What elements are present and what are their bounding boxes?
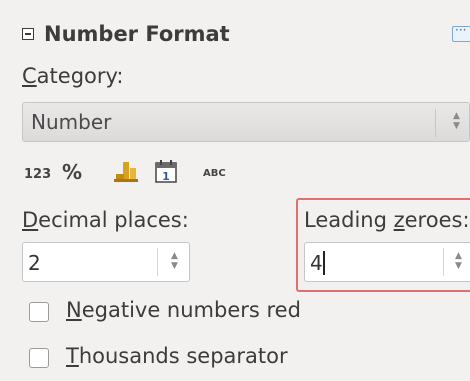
leading-zeroes-value: 4 [310, 251, 323, 275]
collapse-icon[interactable] [22, 28, 34, 40]
currency-coins-icon [114, 162, 138, 182]
leading-down-arrow-icon[interactable]: ▼ [455, 262, 462, 271]
negative-numbers-red-checkbox[interactable] [29, 302, 49, 322]
text-cursor [323, 251, 325, 275]
text-format-button[interactable]: ABC [203, 168, 226, 179]
calendar-icon: 1 [155, 160, 177, 183]
decimal-places-label: Decimal places: [22, 208, 189, 232]
more-options-button[interactable] [452, 23, 470, 42]
combo-up-arrow-icon: ▲ [453, 111, 460, 121]
leading-up-arrow-icon[interactable]: ▲ [455, 252, 462, 261]
decimal-places-value: 2 [28, 251, 41, 275]
thousands-separator-checkbox[interactable] [29, 348, 49, 368]
decimal-places-spinbox[interactable]: 2 ▲ ▼ [22, 242, 190, 282]
panel-title: Number Format [44, 22, 230, 46]
date-format-button[interactable]: 1 [154, 158, 180, 184]
leading-zeroes-label: Leading zeroes: [304, 208, 470, 232]
category-value: Number [31, 110, 112, 134]
date-icon-text: 1 [162, 170, 170, 183]
percent-format-button[interactable]: % [62, 160, 82, 184]
category-select[interactable]: Number ▲ ▼ [22, 102, 470, 142]
negative-numbers-red-label[interactable]: Negative numbers red [66, 298, 301, 322]
decimal-up-arrow-icon[interactable]: ▲ [171, 252, 178, 261]
number-format-button[interactable]: 123 [24, 167, 51, 182]
decimal-down-arrow-icon[interactable]: ▼ [171, 262, 178, 271]
leading-zeroes-spinbox[interactable]: 4 ▲ ▼ [304, 242, 470, 282]
thousands-separator-label[interactable]: Thousands separator [66, 344, 288, 368]
combo-down-arrow-icon: ▼ [453, 121, 460, 131]
category-label: Category: [22, 64, 124, 88]
currency-format-button[interactable] [112, 158, 140, 184]
